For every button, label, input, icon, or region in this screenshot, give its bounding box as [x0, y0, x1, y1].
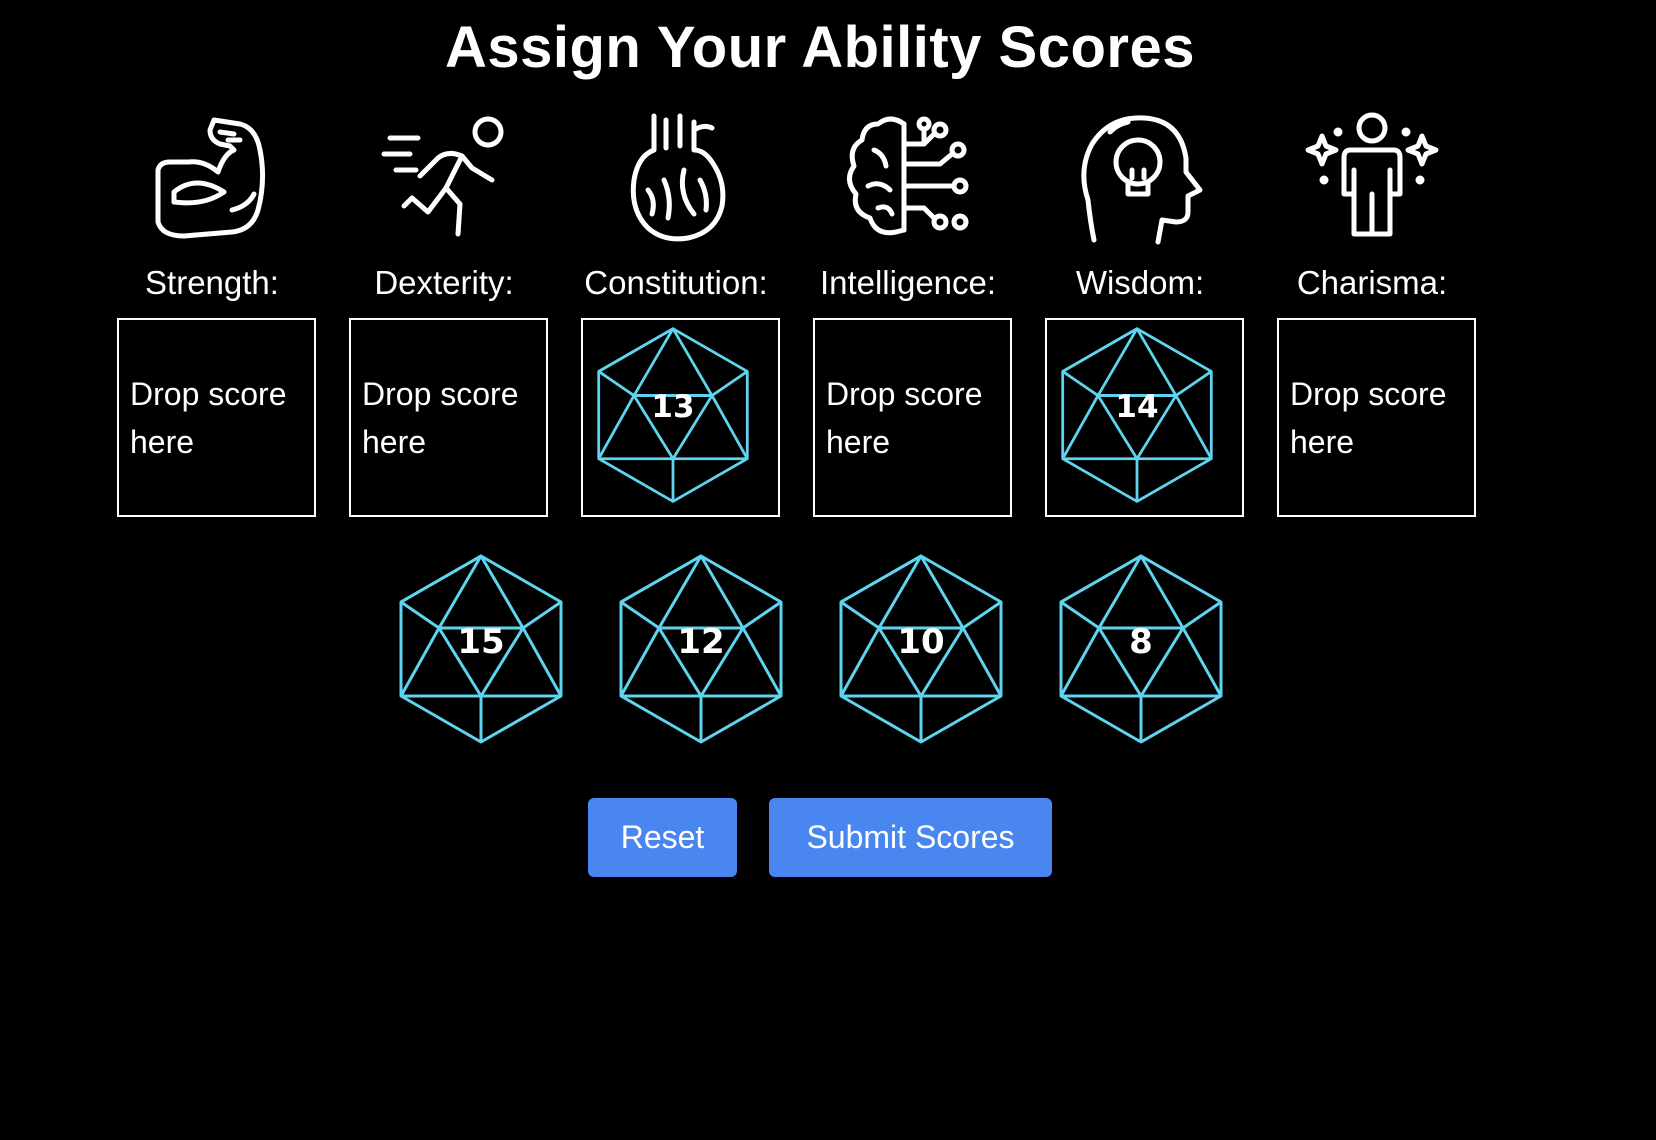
- anatomical-heart-icon: [608, 110, 744, 246]
- ability-constitution: Constitution: 13: [560, 110, 792, 520]
- drop-placeholder: Drop score here: [130, 376, 287, 460]
- die-value: 14: [1115, 389, 1159, 425]
- page: Assign Your Ability Scores Strength: Dro…: [0, 0, 1656, 1140]
- d20-die-assigned[interactable]: 13: [591, 325, 755, 507]
- ability-strength: Strength: Drop score here: [96, 110, 328, 520]
- ability-charisma: Charisma: Drop score here: [1256, 110, 1488, 520]
- die-value: 13: [651, 389, 695, 425]
- ability-label: Wisdom:: [1075, 264, 1205, 301]
- ability-wisdom: Wisdom: 14: [1024, 110, 1256, 520]
- abilities-row: Strength: Drop score here Dexterity: Dro…: [0, 110, 1656, 530]
- flexed-arm-icon: [144, 110, 280, 246]
- die-value: 12: [677, 622, 725, 662]
- circuit-brain-icon: [840, 110, 976, 246]
- drop-placeholder: Drop score here: [362, 376, 519, 460]
- die-value: 8: [1129, 622, 1153, 662]
- ability-label: Intelligence:: [819, 264, 997, 301]
- ability-label: Constitution:: [584, 264, 768, 301]
- drop-zone-charisma[interactable]: Drop score here: [1277, 318, 1476, 517]
- drop-zone-dexterity[interactable]: Drop score here: [349, 318, 548, 517]
- ability-label: Charisma:: [1296, 264, 1448, 301]
- drop-placeholder: Drop score here: [1290, 376, 1447, 460]
- drop-zone-intelligence[interactable]: Drop score here: [813, 318, 1012, 517]
- ability-intelligence: Intelligence: Drop score here: [792, 110, 1024, 520]
- die-value: 10: [897, 622, 945, 662]
- d20-die[interactable]: 8: [1053, 552, 1229, 748]
- submit-scores-button[interactable]: Submit Scores: [769, 798, 1052, 877]
- ability-label: Dexterity:: [374, 264, 514, 301]
- page-title: Assign Your Ability Scores: [444, 15, 1195, 80]
- ability-dexterity: Dexterity: Drop score here: [328, 110, 560, 520]
- reset-button[interactable]: Reset: [588, 798, 737, 877]
- lightbulb-head-icon: [1072, 110, 1208, 246]
- d20-die[interactable]: 15: [393, 552, 569, 748]
- running-person-icon: [376, 110, 512, 246]
- drop-placeholder: Drop score here: [826, 376, 983, 460]
- d20-die-assigned[interactable]: 14: [1055, 325, 1219, 507]
- ability-label: Strength:: [145, 264, 279, 301]
- d20-die[interactable]: 10: [833, 552, 1009, 748]
- die-value: 15: [457, 622, 505, 662]
- drop-zone-strength[interactable]: Drop score here: [117, 318, 316, 517]
- d20-die[interactable]: 12: [613, 552, 789, 748]
- action-buttons: Reset Submit Scores: [0, 798, 1656, 878]
- sparkle-person-icon: [1304, 110, 1440, 246]
- drop-zone-constitution[interactable]: 13: [581, 318, 780, 517]
- drop-zone-wisdom[interactable]: 14: [1045, 318, 1244, 517]
